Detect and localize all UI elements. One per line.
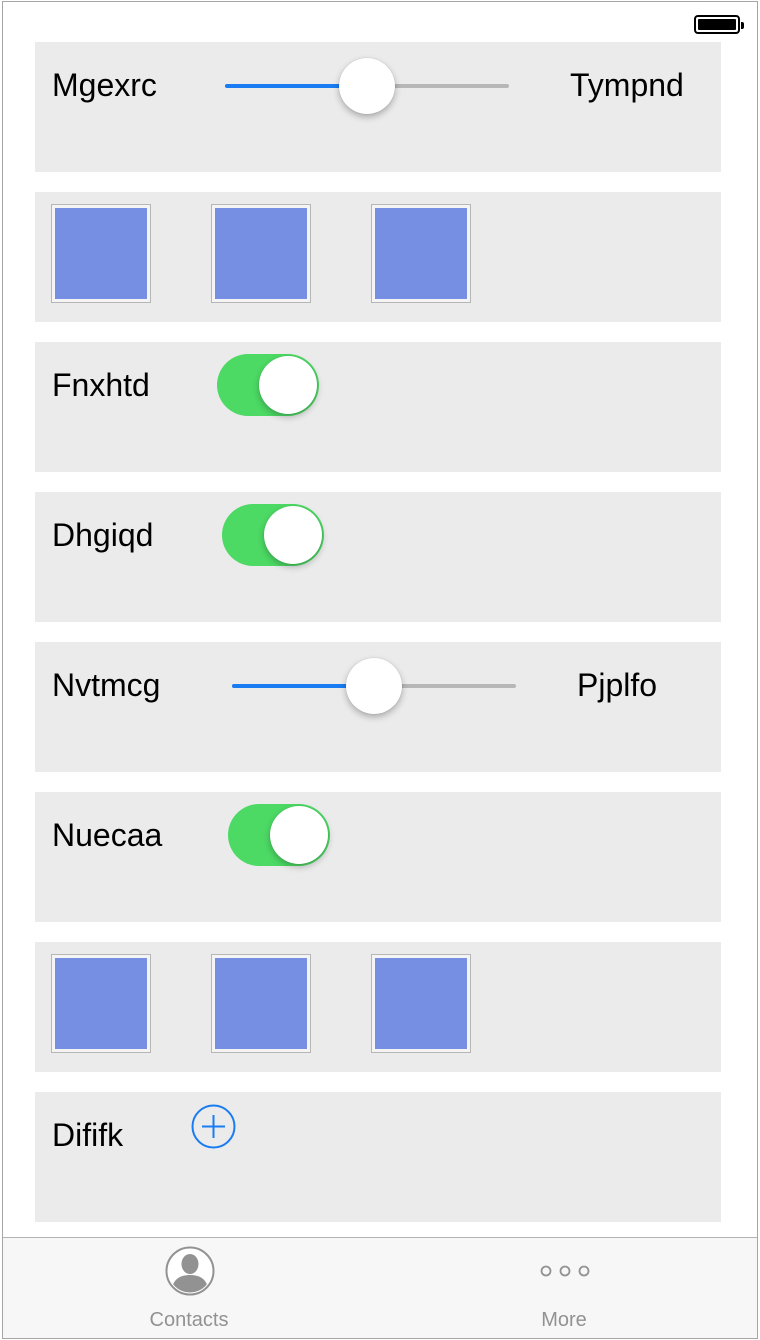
slider-right-label: Tympnd [570, 67, 684, 103]
tab-more[interactable]: More [464, 1238, 664, 1338]
more-dots-icon [540, 1265, 590, 1277]
slider-right-label: Pjplfo [577, 667, 658, 703]
toggle-switch[interactable] [228, 804, 330, 866]
toggle-switch[interactable] [222, 504, 324, 566]
add-row-dififk: Dififk [35, 1092, 721, 1222]
image-grid-row [35, 192, 721, 322]
status-bar [3, 2, 757, 42]
toggle-switch[interactable] [217, 354, 319, 416]
battery-icon [694, 15, 744, 34]
toggle-knob [270, 806, 328, 864]
toggle-knob [259, 356, 317, 414]
tab-contacts[interactable]: Contacts [89, 1238, 289, 1338]
image-grid-row [35, 942, 721, 1072]
slider-thumb[interactable] [339, 58, 395, 114]
tab-bar: Contacts More [3, 1237, 757, 1338]
slider[interactable] [225, 58, 509, 114]
toggle-row-dhgiqd: Dhgiqd [35, 492, 721, 622]
contacts-icon [165, 1246, 215, 1296]
toggle-knob [264, 506, 322, 564]
image-thumbnail[interactable] [51, 204, 151, 303]
plus-circle-icon [191, 1104, 236, 1149]
toggle-label: Nuecaa [52, 817, 163, 853]
image-thumbnail[interactable] [211, 954, 311, 1053]
add-button[interactable] [191, 1104, 236, 1149]
toggle-row-fnxhtd: Fnxhtd [35, 342, 721, 472]
toggle-label: Fnxhtd [52, 367, 150, 403]
toggle-label: Dhgiqd [52, 517, 154, 553]
add-row-label: Dififk [52, 1117, 124, 1153]
slider-thumb[interactable] [346, 658, 402, 714]
image-thumbnail[interactable] [211, 204, 311, 303]
slider-row-mgexrc: Mgexrc Tympnd [35, 42, 721, 172]
app-screen: Mgexrc Tympnd Fnxhtd Dhgiqd Nvtmcg Pjplf… [2, 1, 758, 1339]
slider-left-label: Nvtmcg [52, 667, 161, 703]
slider[interactable] [232, 658, 516, 714]
image-thumbnail[interactable] [371, 204, 471, 303]
image-thumbnail[interactable] [51, 954, 151, 1053]
slider-row-nvtmcg: Nvtmcg Pjplfo [35, 642, 721, 772]
tab-label: More [541, 1309, 587, 1331]
image-thumbnail[interactable] [371, 954, 471, 1053]
tab-label: Contacts [149, 1309, 229, 1331]
toggle-row-nuecaa: Nuecaa [35, 792, 721, 922]
slider-left-label: Mgexrc [52, 67, 157, 103]
